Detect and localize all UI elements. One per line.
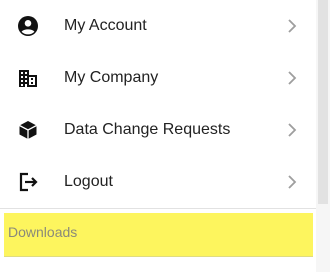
chevron-right-icon (286, 70, 298, 86)
menu-item-label: My Company (64, 69, 159, 86)
scrollbar-thumb[interactable] (318, 0, 328, 204)
downloads-label: Downloads (8, 224, 78, 240)
downloads-divider (4, 256, 313, 257)
chevron-right-icon (286, 174, 298, 190)
vertical-scrollbar[interactable] (316, 0, 330, 272)
menu-divider (0, 208, 316, 209)
chevron-right-icon (286, 18, 298, 34)
menu-item-label: My Account (64, 17, 147, 34)
downloads-section[interactable]: Downloads (4, 213, 313, 257)
cube-icon (17, 119, 39, 141)
menu-item-label: Logout (64, 173, 113, 190)
menu-item-my-account[interactable]: My Account (0, 0, 316, 52)
chevron-right-icon (286, 122, 298, 138)
menu-item-logout[interactable]: Logout (0, 156, 316, 208)
account-circle-icon (17, 15, 39, 37)
logout-icon (17, 171, 39, 193)
company-building-icon (17, 67, 39, 89)
menu-item-data-change-requests[interactable]: Data Change Requests (0, 104, 316, 156)
user-menu: My Account My Company Data Change Reques… (0, 0, 316, 272)
menu-item-my-company[interactable]: My Company (0, 52, 316, 104)
menu-item-label: Data Change Requests (64, 121, 231, 138)
